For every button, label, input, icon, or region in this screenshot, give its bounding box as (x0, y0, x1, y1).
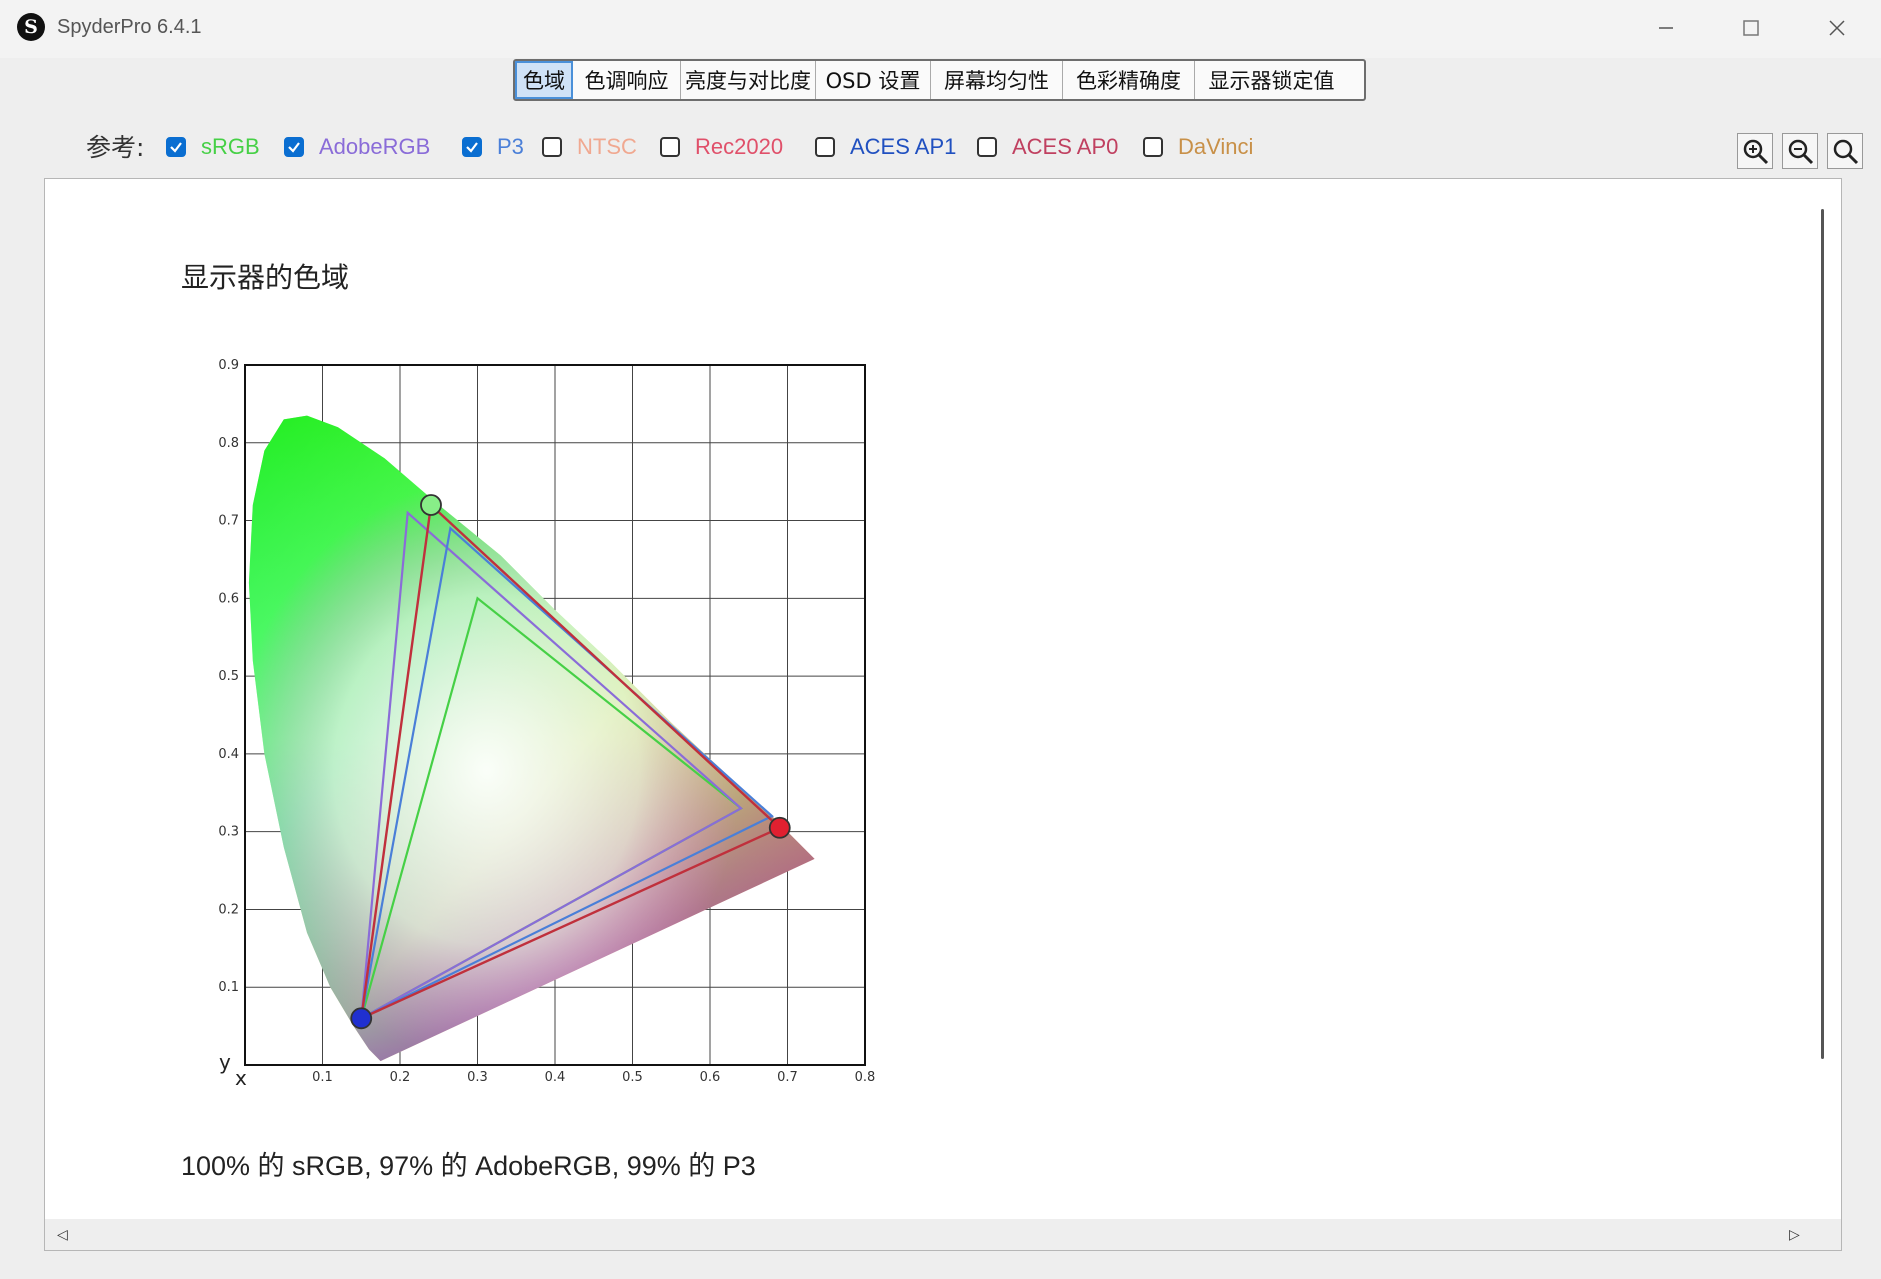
tab-tone-response[interactable]: 色调响应 (573, 61, 681, 99)
reference-bar: 参考: sRGB AdobeRGB P3 NTSC Rec2020 ACES AP1 ACE… (0, 122, 1881, 172)
zoom-fit-button[interactable] (1827, 133, 1863, 169)
zoom-in-icon (1743, 139, 1769, 165)
window-title: SpyderPro 6.4.1 (57, 16, 202, 38)
x-axis-label: x (235, 1066, 247, 1090)
reference-checkbox-adobergb[interactable] (284, 137, 304, 157)
reference-checkbox-ntsc[interactable] (542, 137, 562, 157)
reference-item-aces-ap0[interactable]: ACES AP0 (977, 132, 1118, 162)
tab-brightness-contrast[interactable]: 亮度与对比度 (681, 61, 816, 99)
reference-label-rec2020: Rec2020 (695, 134, 784, 159)
horizontal-scrollbar[interactable]: ◁ ▷ (45, 1219, 1841, 1250)
reference-item-adobergb[interactable]: AdobeRGB (284, 132, 430, 162)
reference-label-aces-ap1: ACES AP1 (850, 134, 957, 159)
reference-checkbox-srgb[interactable] (166, 137, 186, 157)
y-tick-label: 0.9 (218, 358, 239, 373)
x-tick-label: 0.7 (777, 1070, 798, 1085)
red-primary-marker (768, 816, 791, 839)
tab-gamut[interactable]: 色域 (515, 61, 573, 99)
checkmark-icon (170, 142, 182, 153)
scroll-left-icon[interactable]: ◁ (57, 1227, 68, 1243)
y-tick-label: 0.7 (218, 514, 239, 529)
blue-primary-marker (350, 1007, 373, 1030)
tab-display-lock-values[interactable]: 显示器锁定值 (1195, 61, 1348, 99)
maximize-icon (1743, 20, 1759, 36)
x-tick-label: 0.4 (545, 1070, 566, 1085)
reference-item-aces-ap1[interactable]: ACES AP1 (815, 132, 956, 162)
y-tick-label: 0.8 (218, 436, 239, 451)
reference-label: 参考: (86, 133, 145, 162)
reference-label-adobergb: AdobeRGB (319, 134, 431, 159)
tab-color-accuracy[interactable]: 色彩精确度 (1063, 61, 1195, 99)
x-tick-label: 0.8 (855, 1070, 876, 1085)
reference-item-davinci[interactable]: DaVinci (1143, 132, 1253, 162)
tab-bar: 色域 色调响应 亮度与对比度 OSD 设置 屏幕均匀性 色彩精确度 显示器锁定值 (513, 59, 1366, 101)
zoom-in-button[interactable] (1737, 133, 1773, 169)
checkmark-icon (288, 142, 300, 153)
gamut-summary: 100% 的 sRGB, 97% 的 AdobeRGB, 99% 的 P3 (181, 1151, 756, 1181)
zoom-out-button[interactable] (1782, 133, 1818, 169)
reference-item-rec2020[interactable]: Rec2020 (660, 132, 783, 162)
reference-label-aces-ap0: ACES AP0 (1012, 134, 1119, 159)
tab-osd-settings[interactable]: OSD 设置 (816, 61, 931, 99)
x-tick-label: 0.6 (700, 1070, 721, 1085)
vertical-scrollbar[interactable] (1821, 209, 1824, 1059)
y-tick-label: 0.5 (218, 669, 239, 684)
x-tick-label: 0.3 (467, 1070, 488, 1085)
reference-label-davinci: DaVinci (1178, 134, 1254, 159)
reference-item-p3[interactable]: P3 (462, 132, 524, 162)
x-tick-label: 0.2 (390, 1070, 411, 1085)
reference-checkbox-davinci[interactable] (1143, 137, 1163, 157)
reference-checkbox-aces-ap1[interactable] (815, 137, 835, 157)
reference-label-ntsc: NTSC (577, 134, 637, 159)
gamut-title: 显示器的色域 (181, 261, 350, 294)
reference-item-ntsc[interactable]: NTSC (542, 132, 637, 162)
reference-checkbox-p3[interactable] (462, 137, 482, 157)
x-tick-label: 0.5 (622, 1070, 643, 1085)
reference-checkbox-rec2020[interactable] (660, 137, 680, 157)
zoom-fit-icon (1833, 139, 1859, 165)
reference-label-srgb: sRGB (201, 134, 260, 159)
gamut-chart: 0.1 0.2 0.3 0.4 0.5 0.6 0.7 0.8 0.1 0.2 0.3 0.4 0.5 0… (218, 358, 876, 1090)
y-tick-label: 0.3 (218, 825, 239, 840)
y-axis-label: y (219, 1050, 231, 1074)
green-primary-marker (420, 494, 442, 516)
reference-item-srgb[interactable]: sRGB (166, 132, 260, 162)
minimize-button[interactable] (1626, 6, 1706, 50)
checkmark-icon (466, 142, 478, 153)
close-icon (1829, 20, 1845, 36)
y-tick-label: 0.6 (218, 591, 239, 606)
y-tick-label: 0.1 (218, 980, 239, 995)
reference-label-p3: P3 (497, 134, 524, 159)
x-tick-label: 0.1 (312, 1070, 333, 1085)
tab-screen-uniformity[interactable]: 屏幕均匀性 (931, 61, 1063, 99)
y-tick-label: 0.2 (218, 902, 239, 917)
scroll-right-icon[interactable]: ▷ (1789, 1227, 1800, 1243)
app-logo-icon: S (17, 13, 45, 41)
minimize-icon (1659, 27, 1673, 29)
zoom-out-icon (1788, 139, 1814, 165)
y-tick-label: 0.4 (218, 747, 239, 762)
title-bar: S SpyderPro 6.4.1 (0, 0, 1881, 58)
maximize-button[interactable] (1711, 6, 1791, 50)
reference-checkbox-aces-ap0[interactable] (977, 137, 997, 157)
close-button[interactable] (1797, 6, 1877, 50)
